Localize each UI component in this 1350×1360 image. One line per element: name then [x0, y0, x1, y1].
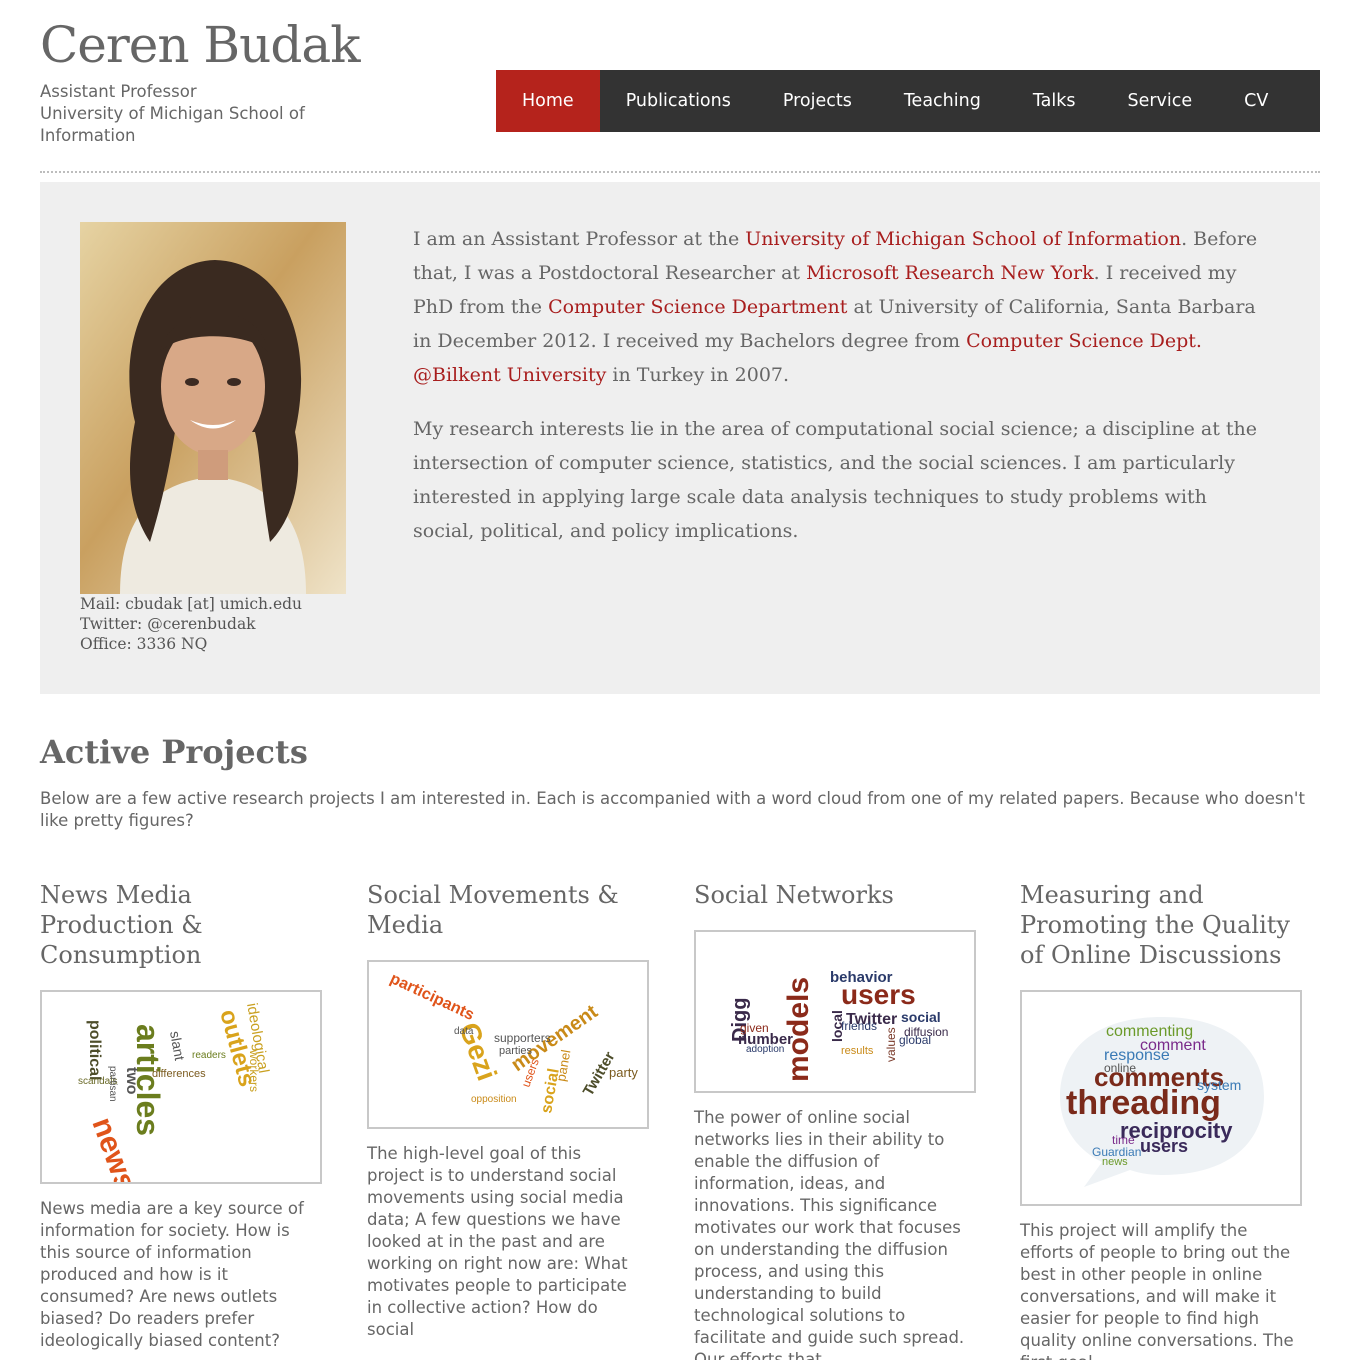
cloud-word: news [1102, 1156, 1128, 1168]
cloud-word: party [609, 1065, 638, 1080]
main-nav: Home Publications Projects Teaching Talk… [496, 70, 1320, 132]
nav-teaching[interactable]: Teaching [878, 70, 1007, 132]
nav-publications[interactable]: Publications [600, 70, 757, 132]
link-ucsb-cs[interactable]: Computer Science Department [548, 296, 847, 318]
cloud-word: local [829, 1010, 845, 1042]
bio-text: I am an Assistant Professor at the Unive… [413, 222, 1273, 568]
cloud-word: system [1197, 1077, 1241, 1093]
word-cloud-image[interactable]: models users Digg Twitter behavior socia… [694, 930, 976, 1093]
cloud-word: differences [152, 1068, 206, 1080]
active-projects-description: Below are a few active research projects… [40, 789, 1305, 830]
project-social-networks: Social Networks models users Digg Twitte… [694, 880, 984, 1360]
cloud-word: online [1104, 1061, 1136, 1075]
project-online-discussions: Measuring and Promoting the Quality of O… [1020, 880, 1310, 1360]
header-divider [40, 171, 1320, 173]
cloud-word: participants [387, 970, 476, 1024]
intro-section: Mail: cbudak [at] umich.edu Twitter: @ce… [40, 182, 1320, 694]
cloud-word: partisan [107, 1066, 118, 1102]
cloud-word: time [1112, 1133, 1135, 1147]
project-title[interactable]: Measuring and Promoting the Quality of O… [1020, 880, 1310, 970]
cloud-word: panel [553, 1048, 573, 1082]
cloud-word: data [454, 1026, 474, 1037]
link-umsi[interactable]: University of Michigan School of Informa… [745, 228, 1181, 250]
project-title[interactable]: Social Networks [694, 880, 984, 910]
cloud-word: slant [167, 1030, 188, 1062]
cloud-word: behavior [830, 969, 893, 986]
project-description: The power of online social networks lies… [694, 1108, 965, 1360]
contact-mail: Mail: cbudak [at] umich.edu [80, 595, 303, 613]
nav-home[interactable]: Home [496, 70, 600, 132]
word-cloud-image[interactable]: participants Gezi movement Twitter party… [367, 960, 649, 1129]
project-description: The high-level goal of this project is t… [367, 1144, 628, 1339]
project-title[interactable]: News Media Production & Consumption [40, 880, 330, 970]
cloud-word: friends [841, 1019, 877, 1033]
project-description: News media are a key source of informati… [40, 1199, 304, 1350]
bio-paragraph-2: My research interests lie in the area of… [413, 418, 1257, 542]
word-cloud-image[interactable]: threading comments reciprocity commentin… [1020, 990, 1302, 1206]
project-title[interactable]: Social Movements & Media [367, 880, 657, 940]
contact-info: Mail: cbudak [at] umich.edu Twitter: @ce… [80, 594, 302, 654]
cloud-word: global [899, 1033, 931, 1047]
cloud-word: users [1140, 1136, 1188, 1156]
cloud-word: social [901, 1009, 941, 1025]
profile-photo [80, 222, 346, 594]
cloud-word: two [123, 1067, 140, 1095]
active-projects-title: Active Projects [40, 733, 308, 771]
cloud-word: parties [499, 1045, 533, 1057]
cloud-word: results [841, 1045, 874, 1057]
project-description: This project will amplify the efforts of… [1020, 1221, 1294, 1360]
nav-projects[interactable]: Projects [757, 70, 878, 132]
nav-service[interactable]: Service [1101, 70, 1218, 132]
bio-paragraph-1: I am an Assistant Professor at the Unive… [413, 228, 1258, 386]
cloud-word: values [884, 1027, 898, 1062]
site-title: Ceren Budak [40, 16, 360, 74]
cloud-word: given [740, 1021, 769, 1035]
nav-cv[interactable]: CV [1218, 70, 1294, 132]
cloud-word: opposition [471, 1094, 517, 1105]
nav-talks[interactable]: Talks [1007, 70, 1102, 132]
contact-office: Office: 3336 NQ [80, 635, 208, 653]
cloud-word: models [782, 977, 815, 1082]
cloud-word: readers [192, 1050, 226, 1061]
cloud-word: supporters [494, 1031, 551, 1045]
cloud-word: adoption [746, 1044, 784, 1055]
word-cloud-image[interactable]: articles news outlets ideological politi… [40, 990, 322, 1184]
cloud-word: workers [247, 1049, 261, 1092]
project-news-media: News Media Production & Consumption arti… [40, 880, 330, 1352]
cloud-word: political [86, 1020, 103, 1080]
contact-twitter: Twitter: @cerenbudak [80, 615, 256, 633]
project-social-movements: Social Movements & Media participants Ge… [367, 880, 657, 1341]
link-msr-ny[interactable]: Microsoft Research New York [806, 262, 1094, 284]
cloud-word: comment [1140, 1037, 1206, 1054]
site-subtitle: Assistant Professor University of Michig… [40, 82, 305, 145]
